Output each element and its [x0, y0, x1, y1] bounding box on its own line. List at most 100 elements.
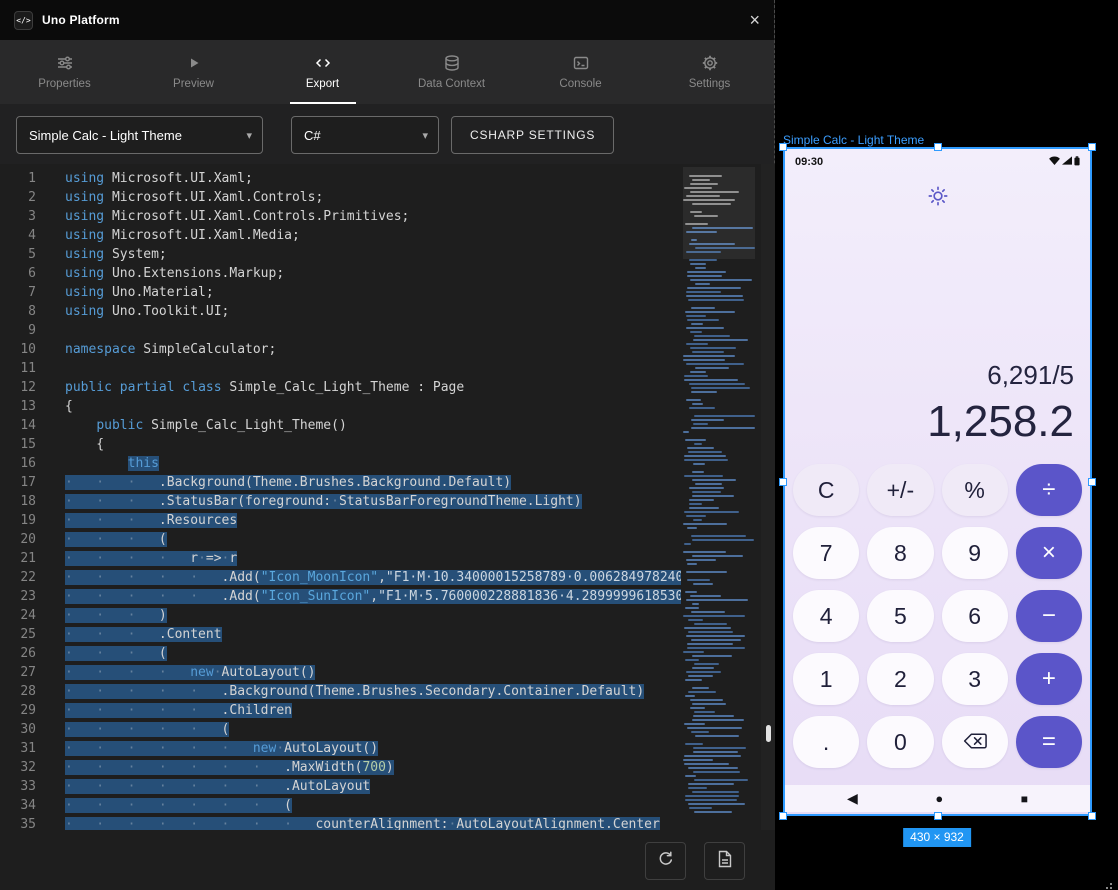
code-line: 2using Microsoft.UI.Xaml.Controls;	[0, 188, 681, 207]
resize-handle-top-right[interactable]	[1088, 143, 1096, 151]
phone-preview-frame[interactable]: 09:30 6,291/5 1,258.2 C+/-%÷789×456−123+…	[783, 147, 1092, 816]
calc-key-plusminus[interactable]: +/-	[867, 464, 933, 516]
minimap-bar	[692, 603, 700, 605]
minimap-bar	[686, 635, 746, 637]
language-dropdown[interactable]: C# ▾	[291, 116, 439, 154]
tab-preview[interactable]: Preview	[129, 40, 258, 104]
code-line: 6using Uno.Extensions.Markup;	[0, 264, 681, 283]
calc-key-zero[interactable]: 0	[867, 716, 933, 768]
code-line: 34· · · · · · · (	[0, 796, 681, 815]
minimap-viewport[interactable]	[683, 167, 755, 259]
refresh-button[interactable]	[645, 842, 686, 880]
code-line: 22· · · · · .Add("Icon_MoonIcon","F1·M·1…	[0, 568, 681, 587]
calc-key-minus[interactable]: −	[1016, 590, 1082, 642]
calc-key-two[interactable]: 2	[867, 653, 933, 705]
code-line: 5using System;	[0, 245, 681, 264]
minimap-bar	[686, 671, 721, 673]
calc-key-three[interactable]: 3	[942, 653, 1008, 705]
minimap-bar	[690, 347, 736, 349]
minimap-bar	[684, 455, 726, 457]
code-line: 31· · · · · · new·AutoLayout()	[0, 739, 681, 758]
calc-key-clear[interactable]: C	[793, 464, 859, 516]
minimap-bar	[692, 687, 709, 689]
minimap-bar	[686, 399, 701, 401]
tab-console[interactable]: Console	[516, 40, 645, 104]
minimap-bar	[686, 559, 716, 561]
minimap-bar	[693, 747, 747, 749]
calc-key-five[interactable]: 5	[867, 590, 933, 642]
minimap-bar	[687, 527, 697, 529]
resize-handle-top[interactable]	[934, 143, 942, 151]
tab-properties[interactable]: Properties	[0, 40, 129, 104]
calc-key-dot[interactable]: .	[793, 716, 859, 768]
minimap-bar	[684, 375, 708, 377]
resize-handle-bottom-left[interactable]	[779, 812, 787, 820]
calculator-display: 6,291/5 1,258.2	[927, 357, 1074, 449]
resize-handle-right[interactable]	[1088, 478, 1096, 486]
calc-key-divide[interactable]: ÷	[1016, 464, 1082, 516]
code-line: 28· · · · · .Background(Theme.Brushes.Se…	[0, 682, 681, 701]
terminal-icon	[572, 54, 590, 72]
calc-key-seven[interactable]: 7	[793, 527, 859, 579]
minimap-bar	[684, 379, 738, 381]
minimap-bar	[687, 563, 697, 565]
window-resize-grip[interactable]	[1110, 883, 1112, 885]
tab-label: Preview	[173, 78, 214, 90]
minimap-bar	[684, 627, 731, 629]
canvas-size-badge: 430 × 932	[903, 828, 971, 847]
resize-handle-bottom[interactable]	[934, 812, 942, 820]
minimap-bar	[695, 367, 729, 369]
nav-back-button[interactable]: ◀	[847, 790, 858, 807]
refresh-icon	[657, 850, 675, 873]
code-line: 30· · · · · (	[0, 720, 681, 739]
calc-key-multiply[interactable]: ×	[1016, 527, 1082, 579]
tab-label: Data Context	[418, 78, 485, 90]
minimap-bar	[693, 583, 713, 585]
resize-handle-top-left[interactable]	[779, 143, 787, 151]
editor-minimap[interactable]	[683, 167, 755, 823]
minimap-bar	[687, 447, 713, 449]
calc-key-eight[interactable]: 8	[867, 527, 933, 579]
close-icon[interactable]: ×	[749, 11, 760, 29]
minimap-bar	[689, 487, 724, 489]
minimap-bar	[693, 519, 703, 521]
minimap-bar	[683, 551, 726, 553]
calc-key-backspace[interactable]	[942, 716, 1008, 768]
minimap-bar	[691, 419, 724, 421]
selected-element-label[interactable]: Simple Calc - Light Theme	[783, 133, 924, 147]
tab-settings[interactable]: Settings	[645, 40, 774, 104]
calc-key-one[interactable]: 1	[793, 653, 859, 705]
calc-key-equals[interactable]: =	[1016, 716, 1082, 768]
theme-dropdown[interactable]: Simple Calc - Light Theme ▾	[16, 116, 263, 154]
panel-splitter-handle[interactable]	[766, 725, 771, 742]
minimap-bar	[688, 451, 721, 453]
csharp-settings-button[interactable]: CSHARP SETTINGS	[451, 116, 614, 154]
minimap-bar	[686, 315, 706, 317]
minimap-bar	[684, 763, 729, 765]
tab-data-context[interactable]: Data Context	[387, 40, 516, 104]
theme-toggle-sun-icon[interactable]	[927, 185, 949, 212]
tab-export[interactable]: Export	[258, 40, 387, 104]
calc-key-six[interactable]: 6	[942, 590, 1008, 642]
code-editor[interactable]: 1using Microsoft.UI.Xaml;2using Microsof…	[0, 164, 775, 830]
play-icon	[185, 54, 203, 72]
calc-key-percent[interactable]: %	[942, 464, 1008, 516]
minimap-bar	[694, 811, 732, 813]
minimap-bar	[688, 691, 716, 693]
resize-handle-left[interactable]	[779, 478, 787, 486]
nav-home-button[interactable]: ●	[935, 791, 943, 806]
minimap-bar	[691, 323, 704, 325]
calc-key-plus[interactable]: +	[1016, 653, 1082, 705]
nav-recents-button[interactable]: ■	[1021, 792, 1028, 806]
minimap-bar	[690, 699, 723, 701]
export-file-button[interactable]	[704, 842, 745, 880]
calc-key-four[interactable]: 4	[793, 590, 859, 642]
minimap-bar	[686, 295, 743, 297]
minimap-bar	[692, 479, 736, 481]
resize-handle-bottom-right[interactable]	[1088, 812, 1096, 820]
code-line: 12public partial class Simple_Calc_Light…	[0, 378, 681, 397]
code-line: 7using Uno.Material;	[0, 283, 681, 302]
calc-key-nine[interactable]: 9	[942, 527, 1008, 579]
gear-icon	[701, 54, 719, 72]
code-line: 25· · · .Content	[0, 625, 681, 644]
